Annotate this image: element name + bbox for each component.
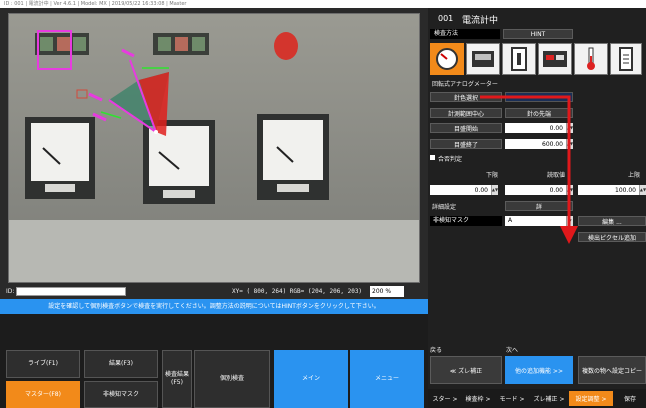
judgement-checkbox[interactable] bbox=[430, 155, 435, 160]
upper-limit-label: 上限 bbox=[628, 172, 641, 179]
window-title: ID : 001 | 電流計中 | Ver 4.6.1 | Model: MX … bbox=[0, 0, 646, 8]
result-button[interactable]: 結果(F3) bbox=[84, 350, 158, 378]
upper-limit-spinner-icon[interactable]: ▲▼ bbox=[639, 185, 646, 195]
red-button-icon bbox=[274, 32, 298, 60]
ammeter-left-icon bbox=[25, 117, 95, 199]
method-thermometer[interactable] bbox=[574, 43, 608, 75]
ammeter-right-icon bbox=[257, 114, 329, 200]
level-gauge-icon bbox=[619, 47, 633, 71]
method-digital-meter[interactable] bbox=[466, 43, 500, 75]
camera-image bbox=[9, 14, 419, 282]
switch-block-1-icon bbox=[35, 33, 89, 55]
next-step-button[interactable]: 他の追加機能 >> bbox=[505, 356, 573, 384]
method-analog-meter[interactable] bbox=[430, 43, 464, 75]
main-button[interactable]: メイン bbox=[274, 350, 348, 408]
zoom-field[interactable]: 200 % bbox=[370, 286, 404, 297]
switch-block-2-icon bbox=[153, 33, 209, 55]
prev-step-button[interactable]: ≪ ズレ補正 bbox=[430, 356, 502, 384]
next-label: 次へ bbox=[506, 347, 519, 354]
nav-step-5-active[interactable]: 設定調整 > bbox=[569, 391, 613, 406]
camera-view[interactable] bbox=[8, 13, 420, 283]
ammeter-center-icon bbox=[143, 120, 215, 204]
copy-settings-button[interactable]: 複数の物へ設定コピー bbox=[578, 356, 646, 384]
inspect-method-label: 検査方法 bbox=[430, 29, 500, 39]
annotation-arrow-icon bbox=[480, 95, 578, 244]
method-bar-meter[interactable] bbox=[502, 43, 536, 75]
meter-type-label: 回転式アナログメーター bbox=[432, 81, 498, 88]
thermometer-icon bbox=[587, 47, 595, 70]
analog-gauge-icon bbox=[436, 48, 458, 70]
save-button[interactable]: 保存 bbox=[614, 391, 646, 406]
item-name: 電流計中 bbox=[462, 16, 499, 26]
counter-icon bbox=[543, 51, 567, 67]
inspect-result-button[interactable]: 検査結果(F5) bbox=[162, 350, 192, 408]
judgement-label: 合否判定 bbox=[438, 156, 463, 163]
back-label: 戻る bbox=[430, 347, 443, 354]
bar-meter-icon bbox=[511, 47, 527, 71]
upper-limit-value: 100.00 bbox=[615, 186, 636, 194]
nav-step-2[interactable]: 検査枠 > bbox=[461, 391, 495, 406]
nav-step-4[interactable]: ズレ補正 > bbox=[529, 391, 569, 406]
menu-button[interactable]: メニュー bbox=[350, 350, 424, 408]
id-label: ID: bbox=[6, 288, 15, 295]
master-button[interactable]: マスター(F8) bbox=[6, 381, 80, 408]
method-level[interactable] bbox=[610, 43, 642, 75]
method-counter[interactable] bbox=[538, 43, 572, 75]
individual-inspect-button[interactable]: 個別検査 bbox=[194, 350, 270, 408]
nav-step-3[interactable]: モード > bbox=[495, 391, 529, 406]
digital-display-icon bbox=[472, 51, 494, 67]
id-input[interactable] bbox=[16, 287, 126, 296]
detail-label: 詳細設定 bbox=[432, 204, 457, 211]
live-button[interactable]: ライブ(F1) bbox=[6, 350, 80, 378]
nav-step-1[interactable]: スター > bbox=[429, 391, 461, 406]
hint-button[interactable]: HINT bbox=[503, 29, 573, 39]
nodetect-mask-button[interactable]: 非検知マスク bbox=[84, 381, 158, 408]
message-bar: 設定を確認して個別検査ボタンで検査を実行してください。調整方法の説明についてはH… bbox=[0, 299, 428, 314]
item-id: 001 bbox=[438, 14, 454, 23]
coords-readout: XY= ( 800, 264) RGB= (204, 206, 203) bbox=[232, 288, 363, 295]
